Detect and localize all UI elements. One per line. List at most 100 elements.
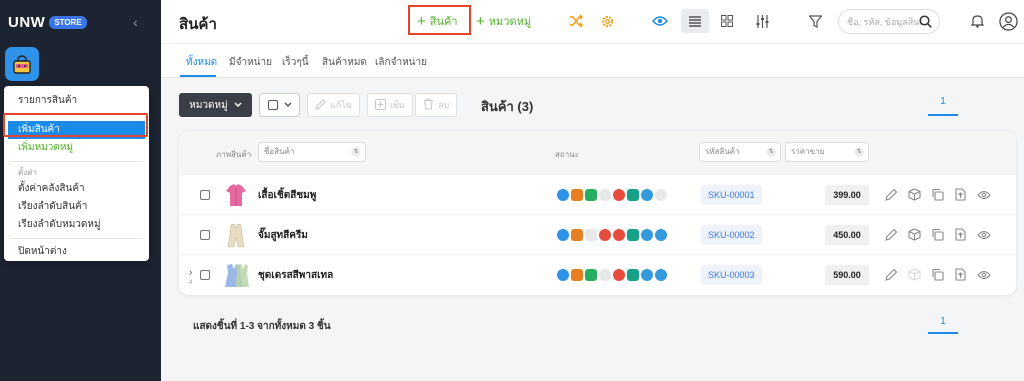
menu-item-close-window[interactable]: ปิดหน้าต่าง [4, 243, 149, 261]
column-settings-icon[interactable] [752, 11, 772, 31]
shuffle-icon[interactable] [566, 11, 586, 31]
edit-pencil-icon[interactable] [884, 187, 899, 202]
pagination-page-bottom[interactable]: 1 [928, 316, 958, 327]
export-file-icon[interactable] [953, 227, 968, 242]
copy-icon[interactable] [930, 267, 945, 282]
pagination-active-indicator [928, 332, 958, 334]
product-sku[interactable]: SKU-00003 [701, 265, 762, 285]
channel-link-icon[interactable] [655, 269, 667, 281]
edit-pencil-icon[interactable] [884, 227, 899, 242]
channel-store-icon[interactable] [571, 269, 583, 281]
view-eye-icon[interactable] [976, 187, 991, 202]
product-module-icon[interactable] [5, 47, 39, 81]
export-file-icon[interactable] [953, 267, 968, 282]
checkbox-icon [267, 100, 278, 110]
channel-line-icon[interactable] [585, 269, 597, 281]
column-header-price[interactable]: ราคาขาย ⇅ [785, 142, 869, 162]
search-input[interactable] [847, 16, 922, 27]
product-thumbnail [222, 181, 250, 209]
box-icon[interactable] [907, 187, 922, 202]
add-category-button[interactable]: + หมวดหมู่ [476, 12, 531, 30]
pagination-page-top[interactable]: 1 [928, 96, 958, 107]
sort-icon[interactable]: ⇅ [766, 147, 776, 157]
table-row[interactable]: › 4 ชุดเดรสสีพาสเทล SKU-00003 590.00 [179, 255, 1016, 295]
filter-icon[interactable] [805, 11, 825, 31]
column-header-sku[interactable]: รหัสสินค้า ⇅ [699, 142, 781, 162]
menu-item-add-category[interactable]: เพิ่มหมวดหมู่ [4, 139, 149, 157]
table-row[interactable]: เสื้อเชิ้ตสีชมพู SKU-00001 399.00 [179, 175, 1016, 215]
menu-item-add-product[interactable]: เพิ่มสินค้า [8, 121, 145, 139]
copy-icon[interactable] [930, 227, 945, 242]
product-sku[interactable]: SKU-00002 [701, 225, 762, 245]
add-product-button[interactable]: + สินค้า [417, 12, 458, 30]
sort-icon[interactable]: ⇅ [351, 147, 361, 157]
eye-icon[interactable] [650, 11, 670, 31]
row-checkbox[interactable] [200, 230, 210, 240]
product-sku[interactable]: SKU-00001 [701, 185, 762, 205]
delete-button[interactable]: ลบ [415, 93, 458, 117]
product-name[interactable]: เสื้อเชิ้ตสีชมพู [258, 188, 316, 203]
category-dropdown[interactable]: หมวดหมู่ [179, 93, 252, 117]
tab-coming-soon[interactable]: เร็วๆนี้ [282, 55, 309, 70]
view-eye-icon[interactable] [976, 227, 991, 242]
status-tabs: ทั้งหมด มีจำหน่าย เร็วๆนี้ สินค้าหมด เลิ… [161, 44, 1024, 78]
edit-button[interactable]: แก้ไข [307, 93, 360, 117]
channel-store-icon[interactable] [571, 189, 583, 201]
column-header-name[interactable]: ชื่อสินค้า ⇅ [258, 142, 366, 162]
channel-fire-icon[interactable] [599, 229, 611, 241]
sort-icon[interactable]: ⇅ [854, 147, 864, 157]
select-all-dropdown[interactable] [259, 93, 300, 117]
copy-icon[interactable] [930, 187, 945, 202]
box-icon[interactable] [907, 227, 922, 242]
view-eye-icon[interactable] [976, 267, 991, 282]
top-header: สินค้า + สินค้า + หมวดหมู่ [161, 0, 1024, 44]
app-logo[interactable]: UNW STORE [8, 12, 87, 32]
menu-section-settings: ตั้งค่า [18, 168, 37, 177]
channel-eye-icon[interactable] [557, 189, 569, 201]
channel-web-icon[interactable] [641, 189, 653, 201]
channel-link-icon[interactable] [655, 229, 667, 241]
channel-line-icon[interactable] [585, 189, 597, 201]
channel-hand-icon[interactable] [599, 189, 611, 201]
channel-pos-icon[interactable] [627, 189, 639, 201]
bell-icon[interactable] [967, 11, 987, 31]
grid-view-icon[interactable] [717, 11, 737, 31]
channel-store-icon[interactable] [571, 229, 583, 241]
add-button[interactable]: เพิ่ม [367, 93, 413, 117]
expand-row-icon[interactable]: › [189, 267, 192, 278]
channel-web-icon[interactable] [641, 229, 653, 241]
channel-shopee-icon[interactable] [613, 269, 625, 281]
export-file-icon[interactable] [953, 187, 968, 202]
edit-pencil-icon[interactable] [884, 267, 899, 282]
row-checkbox[interactable] [200, 270, 210, 280]
channel-web-icon[interactable] [641, 269, 653, 281]
tab-available[interactable]: มีจำหน่าย [229, 55, 272, 70]
menu-item-sort-categories[interactable]: เรียงลำดับหมวดหมู่ [4, 216, 149, 234]
search-box[interactable] [838, 9, 940, 34]
channel-shopee-icon[interactable] [613, 189, 625, 201]
table-row[interactable]: จั๊มสูทสีครีม SKU-00002 450.00 [179, 215, 1016, 255]
tab-discontinued[interactable]: เลิกจำหน่าย [375, 55, 427, 70]
row-checkbox[interactable] [200, 190, 210, 200]
product-name[interactable]: ชุดเดรสสีพาสเทล [258, 268, 333, 283]
channel-eye-icon[interactable] [557, 269, 569, 281]
channel-eye-icon[interactable] [557, 229, 569, 241]
tab-all[interactable]: ทั้งหมด [186, 55, 217, 70]
channel-pos-icon[interactable] [627, 229, 639, 241]
product-price: 399.00 [825, 185, 869, 205]
channel-shopee-icon[interactable] [613, 229, 625, 241]
channel-link-icon[interactable] [655, 189, 667, 201]
menu-item-warehouse-settings[interactable]: ตั้งค่าคลังสินค้า [4, 180, 149, 198]
product-name[interactable]: จั๊มสูทสีครีม [258, 228, 308, 243]
menu-item-product-list[interactable]: รายการสินค้า [4, 92, 149, 110]
trash-icon [423, 98, 434, 112]
channel-hand-icon[interactable] [599, 269, 611, 281]
gear-icon[interactable] [597, 11, 617, 31]
channel-pos-icon[interactable] [627, 269, 639, 281]
tab-out-of-stock[interactable]: สินค้าหมด [322, 55, 367, 70]
menu-item-sort-products[interactable]: เรียงลำดับสินค้า [4, 198, 149, 216]
search-icon[interactable] [919, 15, 932, 31]
user-avatar-icon[interactable] [998, 11, 1018, 31]
channel-line-icon[interactable] [585, 229, 597, 241]
collapse-sidebar-icon[interactable]: ‹ [133, 14, 138, 30]
